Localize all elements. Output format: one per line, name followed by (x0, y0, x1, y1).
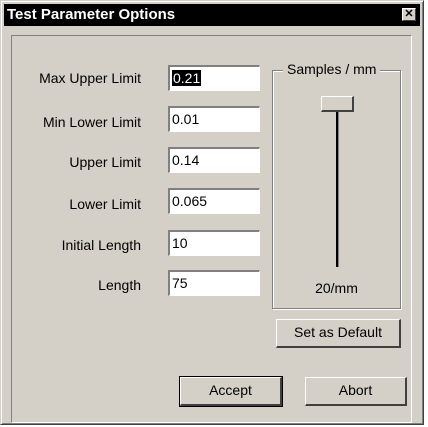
window-title: Test Parameter Options (7, 6, 176, 23)
samples-value-label: 20/mm (315, 280, 358, 296)
initial-length-label: Initial Length (61, 237, 141, 253)
dialog-window: Test Parameter Options ✕ Max Upper Limit… (0, 0, 424, 425)
min-lower-limit-field[interactable]: 0.01 (168, 106, 260, 132)
lower-limit-field[interactable]: 0.065 (168, 188, 260, 214)
min-lower-limit-label: Min Lower Limit (42, 114, 141, 130)
lower-limit-label: Lower Limit (69, 196, 141, 212)
samples-slider-track[interactable] (336, 109, 339, 267)
max-upper-limit-label: Max Upper Limit (39, 70, 141, 86)
close-icon[interactable]: ✕ (402, 8, 416, 21)
samples-slider-thumb[interactable] (321, 96, 354, 112)
accept-button[interactable]: Accept (179, 376, 283, 407)
title-bar[interactable]: Test Parameter Options ✕ (4, 4, 420, 26)
length-field[interactable]: 75 (168, 270, 260, 296)
samples-group-title: Samples / mm (283, 61, 381, 77)
max-upper-limit-field[interactable]: 0.21 (168, 65, 260, 91)
upper-limit-field[interactable]: 0.14 (168, 147, 260, 173)
abort-button[interactable]: Abort (305, 377, 407, 406)
max-upper-limit-value: 0.21 (172, 70, 202, 86)
length-label: Length (98, 277, 141, 293)
upper-limit-label: Upper Limit (69, 154, 141, 170)
set-as-default-button[interactable]: Set as Default (276, 319, 401, 348)
initial-length-field[interactable]: 10 (168, 230, 260, 256)
